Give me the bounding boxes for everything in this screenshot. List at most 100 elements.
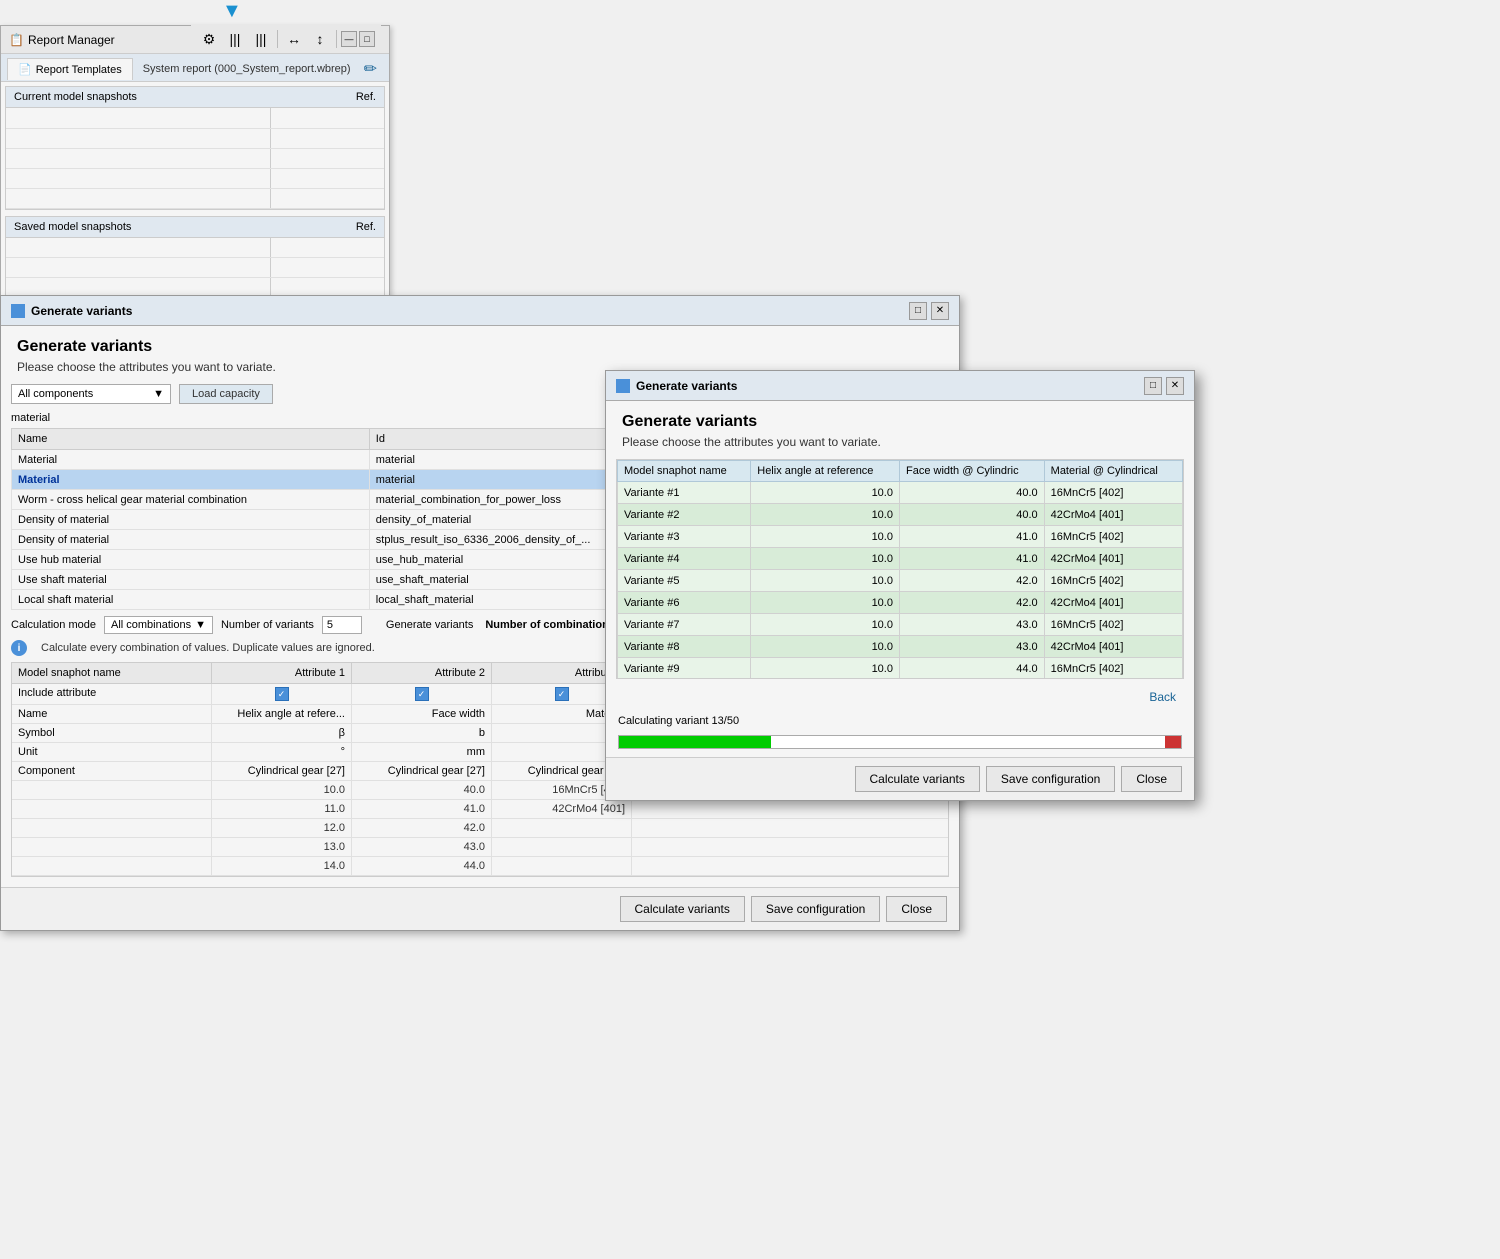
res-col-width: Face width @ Cylindric — [899, 461, 1044, 482]
toolbar-rows-btn[interactable]: ||| — [249, 28, 273, 50]
bg-save-btn[interactable]: Save configuration — [751, 896, 880, 922]
toolbar-columns-btn[interactable]: ||| — [223, 28, 247, 50]
current-snapshots-label: Current model snapshots — [14, 91, 137, 103]
vr-label — [12, 800, 212, 818]
result-row[interactable]: Variante #3 10.0 41.0 16MnCr5 [402] — [618, 526, 1183, 548]
res-name: Variante #7 — [618, 614, 751, 636]
result-row[interactable]: Variante #8 10.0 43.0 42CrMo4 [401] — [618, 636, 1183, 658]
bg-calculate-btn[interactable]: Calculate variants — [620, 896, 745, 922]
filter-tag: Load capacity — [179, 384, 273, 404]
back-button[interactable]: Back — [1143, 687, 1182, 707]
res-col-model: Model snaphot name — [618, 461, 751, 482]
attr-symbol-a1: β — [212, 724, 352, 742]
res-name: Variante #5 — [618, 570, 751, 592]
toolbar-sep2 — [336, 30, 337, 48]
toolbar-import-btn[interactable]: ↕ — [308, 28, 332, 50]
res-angle: 10.0 — [751, 636, 900, 658]
toolbar-sep1 — [277, 30, 278, 48]
result-row[interactable]: Variante #7 10.0 43.0 16MnCr5 [402] — [618, 614, 1183, 636]
results-table: Model snaphot name Helix angle at refere… — [617, 460, 1183, 679]
calc-mode-select[interactable]: All combinations ▼ — [104, 616, 213, 634]
bg-dialog-window-btns: □ ✕ — [909, 302, 949, 320]
component-filter-select[interactable]: All components ▼ — [11, 384, 171, 404]
res-angle: 10.0 — [751, 614, 900, 636]
res-material: 42CrMo4 [401] — [1044, 548, 1182, 570]
fg-action-bar: Calculate variants Save configuration Cl… — [606, 757, 1194, 800]
vr-a3 — [492, 819, 632, 837]
res-angle: 10.0 — [751, 526, 900, 548]
vg-col-model: Model snaphot name — [12, 663, 212, 683]
res-width: 42.0 — [899, 570, 1044, 592]
vr-a2: 44.0 — [352, 857, 492, 875]
res-width: 40.0 — [899, 482, 1044, 504]
value-row: 14.0 44.0 — [12, 857, 948, 876]
tab-icon: 📄 — [18, 63, 32, 76]
calc-mode-label: Calculation mode — [11, 619, 96, 631]
attr-row-name: Local shaft material — [12, 590, 370, 610]
res-material: 16MnCr5 [402] — [1044, 570, 1182, 592]
res-name: Variante #4 — [618, 548, 751, 570]
progress-bar-container — [618, 735, 1182, 749]
attr-row-name: Use hub material — [12, 550, 370, 570]
bg-action-bar: Calculate variants Save configuration Cl… — [1, 887, 959, 930]
edit-button[interactable]: ✏ — [358, 57, 383, 81]
value-row: 11.0 41.0 42CrMo4 [401] — [12, 800, 948, 819]
fg-dialog-close-btn[interactable]: ✕ — [1166, 377, 1184, 395]
current-snapshots-section: Current model snapshots Ref. — [5, 86, 385, 210]
fg-save-btn[interactable]: Save configuration — [986, 766, 1115, 792]
include-attr-cb2[interactable] — [352, 684, 492, 704]
fg-close-btn[interactable]: Close — [1121, 766, 1182, 792]
vr-a1: 11.0 — [212, 800, 352, 818]
table-row — [6, 148, 384, 168]
res-width: 43.0 — [899, 636, 1044, 658]
maximize-btn[interactable]: □ — [359, 31, 375, 47]
result-row[interactable]: Variante #6 10.0 42.0 42CrMo4 [401] — [618, 592, 1183, 614]
res-name: Variante #9 — [618, 658, 751, 680]
include-attr-cb1[interactable] — [212, 684, 352, 704]
minimize-btn[interactable]: — — [341, 31, 357, 47]
fg-dialog-maximize-btn[interactable]: □ — [1144, 377, 1162, 395]
arrow-indicator: ▼ — [222, 0, 242, 23]
bg-dialog-title-label: Generate variants — [31, 304, 132, 318]
bg-dialog-maximize-btn[interactable]: □ — [909, 302, 927, 320]
res-material: 16MnCr5 [402] — [1044, 614, 1182, 636]
results-scroll-area[interactable]: Model snaphot name Helix angle at refere… — [616, 459, 1184, 679]
res-angle: 10.0 — [751, 504, 900, 526]
fg-calculate-btn[interactable]: Calculate variants — [855, 766, 980, 792]
res-name: Variante #2 — [618, 504, 751, 526]
info-icon: i — [11, 640, 27, 656]
toolbar-export-btn[interactable]: ↔ — [282, 28, 306, 50]
res-material: 16MnCr5 [402] — [1044, 526, 1182, 548]
bg-dialog-titlebar: Generate variants □ ✕ — [1, 296, 959, 326]
res-width: 43.0 — [899, 614, 1044, 636]
report-manager-icon: 📋 — [9, 33, 24, 47]
bg-close-btn[interactable]: Close — [886, 896, 947, 922]
current-snapshots-ref: Ref. — [356, 91, 376, 103]
value-row: 12.0 42.0 — [12, 819, 948, 838]
saved-snapshots-header: Saved model snapshots Ref. — [6, 217, 384, 238]
attr-row-name: Use shaft material — [12, 570, 370, 590]
result-row[interactable]: Variante #4 10.0 41.0 42CrMo4 [401] — [618, 548, 1183, 570]
table-row — [6, 108, 384, 128]
num-variants-input[interactable] — [322, 616, 362, 634]
result-row[interactable]: Variante #2 10.0 40.0 42CrMo4 [401] — [618, 504, 1183, 526]
bg-dialog-close-btn[interactable]: ✕ — [931, 302, 949, 320]
progress-bar-fill — [619, 736, 771, 748]
result-row[interactable]: Variante #5 10.0 42.0 16MnCr5 [402] — [618, 570, 1183, 592]
tab-bar: 📄 Report Templates System report (000_Sy… — [1, 54, 389, 82]
res-name: Variante #1 — [618, 482, 751, 504]
back-btn-row: Back — [606, 683, 1194, 711]
fg-dialog-subtitle: Please choose the attributes you want to… — [606, 435, 1194, 459]
result-row[interactable]: Variante #1 10.0 40.0 16MnCr5 [402] — [618, 482, 1183, 504]
tab-report-templates[interactable]: 📄 Report Templates — [7, 58, 133, 80]
res-name: Variante #6 — [618, 592, 751, 614]
report-manager-toolbar: ⚙ ||| ||| ↔ ↕ — □ — [191, 25, 381, 54]
vr-a2: 43.0 — [352, 838, 492, 856]
toolbar-settings-btn[interactable]: ⚙ — [197, 28, 221, 50]
vr-label — [12, 857, 212, 875]
res-angle: 10.0 — [751, 548, 900, 570]
attr-col-name: Name — [12, 429, 370, 450]
result-row[interactable]: Variante #9 10.0 44.0 16MnCr5 [402] — [618, 658, 1183, 680]
res-width: 41.0 — [899, 526, 1044, 548]
vr-label — [12, 781, 212, 799]
